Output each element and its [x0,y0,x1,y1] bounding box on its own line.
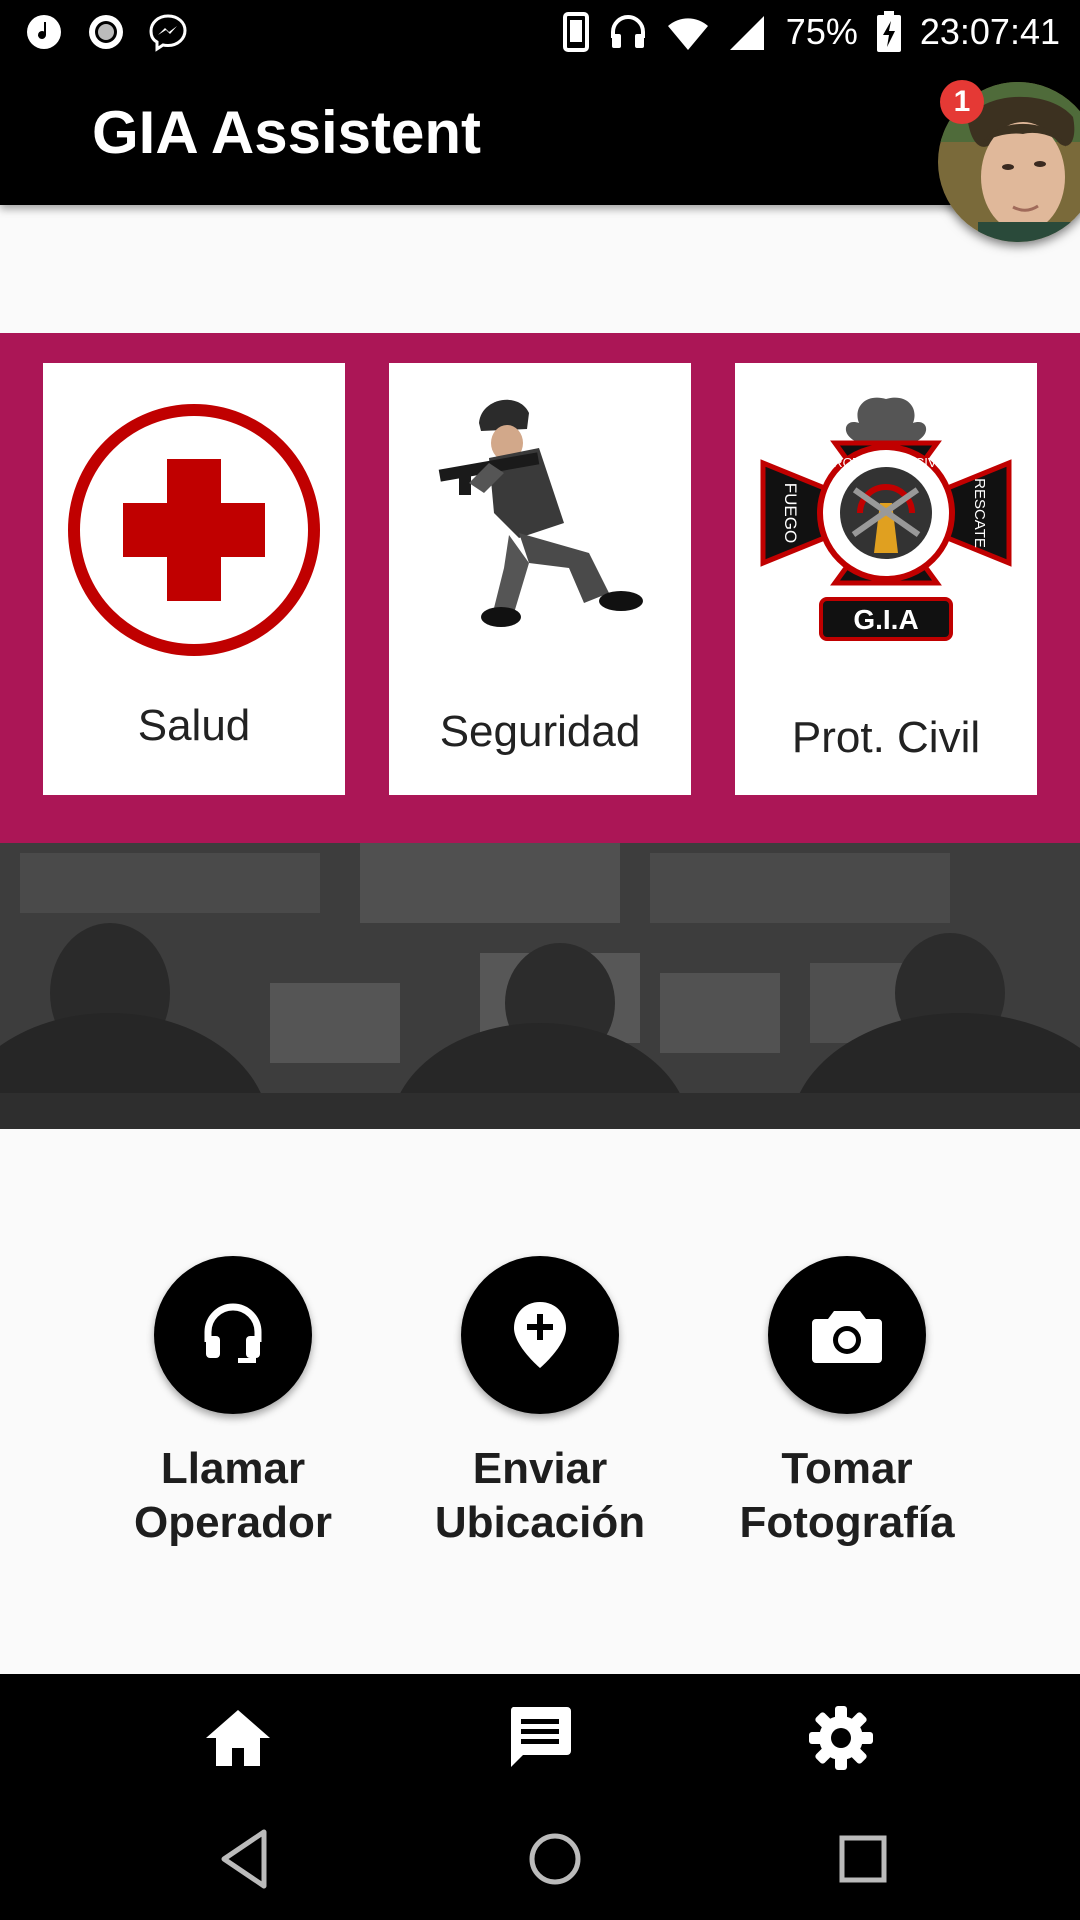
cell-signal-icon [729,16,764,50]
status-bar: 75% 23:07:41 [0,0,1080,64]
send-location-button[interactable] [461,1256,619,1414]
camera-icon [812,1311,882,1363]
status-time: 23:07:41 [919,11,1060,52]
category-label-seguridad: Seguridad [439,707,641,756]
police-officer-image [438,399,643,627]
category-card-prot-civil[interactable]: PROTECCION CIVIL FUEGO RESCATE G.I.A Pro… [735,363,1037,795]
emblem-top-text: PROTECCION CIVIL [825,455,948,470]
chat-icon [510,1707,571,1767]
nav-home-button[interactable] [198,1698,278,1778]
home-icon [206,1710,270,1766]
red-cross-icon [68,404,320,656]
call-operator-label: Llamar Operador [83,1442,383,1550]
battery-charging-icon [876,11,901,52]
take-photo-button[interactable] [768,1256,926,1414]
take-photo-label: Tomar Fotografía [697,1442,997,1550]
send-location-label-line1: Enviar [472,1444,608,1493]
messenger-notification-icon [149,14,187,52]
control-room-scene [0,843,1080,1129]
system-navigation-bar [0,1798,1080,1920]
music-notification-icon [27,15,61,49]
category-label-salud: Salud [137,701,251,750]
send-location-action[interactable]: Enviar Ubicación [390,1256,690,1550]
nav-chat-button[interactable] [500,1698,580,1778]
emblem-left-text: FUEGO [781,483,800,543]
category-card-seguridad[interactable]: Seguridad [389,363,691,795]
civil-protection-emblem: PROTECCION CIVIL FUEGO RESCATE G.I.A [760,397,1012,641]
category-band: Salud Seguridad PROTECCION CIVIL FUEGO R… [0,333,1080,843]
send-location-label: Enviar Ubicación [390,1442,690,1550]
send-location-label-line2: Ubicación [434,1498,646,1547]
headset-status-icon [610,15,645,48]
category-label-prot-civil: Prot. Civil [791,713,981,762]
call-operator-label-line1: Llamar [160,1444,306,1493]
app-bar: GIA Assistent [0,64,1080,205]
take-photo-action[interactable]: Tomar Fotografía [697,1256,997,1550]
home-system-icon[interactable] [520,1824,590,1894]
take-photo-label-line2: Fotografía [739,1498,955,1547]
control-room-background-image [0,843,1080,1129]
record-notification-icon [89,15,123,49]
take-photo-label-line1: Tomar [781,1444,913,1493]
recents-icon[interactable] [828,1824,898,1894]
call-operator-action[interactable]: Llamar Operador [83,1256,383,1550]
headset-icon [204,1303,262,1363]
bottom-navigation [0,1674,1080,1798]
call-operator-label-line2: Operador [133,1498,333,1547]
phone-vibrate-icon [562,12,589,52]
emblem-bottom-text: G.I.A [853,604,918,635]
back-icon[interactable] [210,1824,280,1894]
nav-settings-button[interactable] [801,1698,881,1778]
add-location-icon [514,1302,566,1368]
settings-icon [809,1706,873,1770]
profile-avatar-button[interactable]: 1 [938,80,1080,242]
notification-badge: 1 [940,80,984,124]
wifi-icon [667,18,708,50]
battery-percentage: 75% [785,11,858,52]
category-card-salud[interactable]: Salud [43,363,345,795]
app-title: GIA Assistent [92,99,481,166]
emblem-right-text: RESCATE [971,478,988,548]
call-operator-button[interactable] [154,1256,312,1414]
